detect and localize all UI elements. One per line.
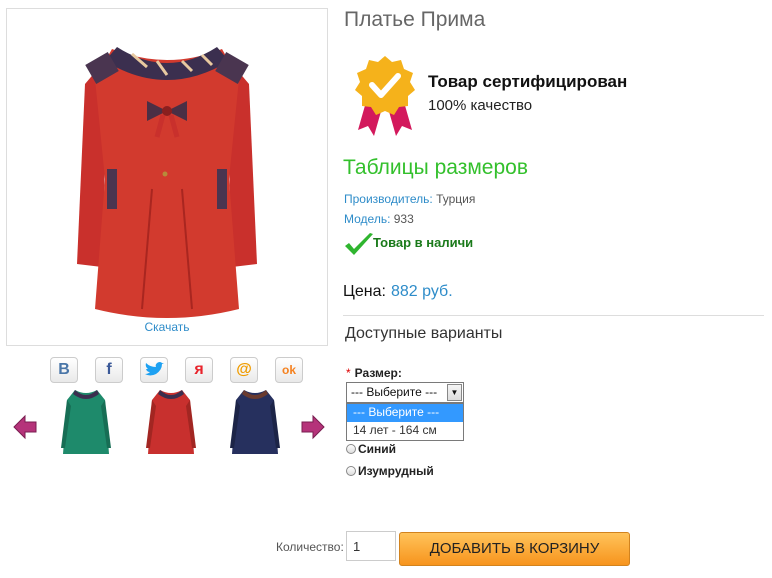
size-option[interactable]: 14 лет - 164 см	[347, 422, 463, 440]
size-option[interactable]: --- Выберите ---	[347, 404, 463, 422]
manufacturer-label: Производитель:	[344, 192, 433, 206]
main-product-image[interactable]	[6, 8, 328, 346]
dress-image	[77, 47, 257, 318]
certificate-subtitle: 100% качество	[428, 97, 533, 114]
divider	[343, 315, 764, 316]
color-option-emerald[interactable]: Изумрудный	[346, 464, 434, 478]
add-to-cart-button[interactable]: ДОБАВИТЬ В КОРЗИНУ	[399, 532, 630, 566]
manufacturer-value: Турция	[436, 192, 476, 206]
twitter-icon[interactable]	[140, 357, 168, 383]
arrow-left-icon[interactable]	[12, 414, 38, 440]
price-label: Цена:	[343, 283, 386, 300]
quantity-input[interactable]: 1	[346, 531, 396, 561]
price-value: 882 руб.	[391, 283, 453, 300]
vk-icon[interactable]: В	[50, 357, 78, 383]
size-select-value: --- Выберите ---	[351, 385, 438, 399]
color-option-blue[interactable]: Синий	[346, 442, 396, 456]
thumbnail-navy[interactable]	[226, 386, 284, 462]
moikrug-glyph: я	[194, 361, 204, 378]
radio-button[interactable]	[346, 466, 356, 476]
size-label: * Размер:	[346, 366, 402, 380]
odnoklassniki-glyph: ok	[281, 363, 296, 377]
moikrug-icon[interactable]: я	[185, 357, 213, 383]
manufacturer-row: Производитель: Турция	[344, 192, 475, 206]
variants-heading: Доступные варианты	[345, 325, 503, 342]
twitter-bird	[145, 362, 164, 376]
mailru-glyph: @	[236, 361, 252, 378]
thumbnail-red[interactable]	[142, 386, 200, 462]
color-label: Изумрудный	[358, 464, 434, 478]
size-dropdown[interactable]: --- Выберите --- 14 лет - 164 см	[346, 403, 464, 441]
certificate-title: Товар сертифицирован	[428, 72, 628, 91]
stock-status: Товар в наличи	[373, 235, 474, 250]
size-label-text: Размер:	[354, 366, 402, 380]
checkmark-icon	[345, 233, 373, 255]
required-mark: *	[346, 366, 351, 380]
model-row: Модель: 933	[344, 212, 414, 226]
thumbnail-emerald[interactable]	[57, 386, 115, 462]
arrow-right-icon[interactable]	[300, 414, 326, 440]
radio-button[interactable]	[346, 444, 356, 454]
facebook-glyph: f	[106, 361, 112, 378]
vk-glyph: В	[58, 361, 70, 378]
odnoklassniki-icon[interactable]: ok	[275, 357, 303, 383]
color-label: Синий	[358, 442, 397, 456]
size-table-link[interactable]: Таблицы размеров	[343, 156, 528, 180]
download-link[interactable]: Скачать	[6, 320, 328, 334]
certificate-badge-icon	[355, 56, 415, 136]
product-title: Платье Прима	[344, 8, 486, 31]
model-label: Модель:	[344, 212, 391, 226]
size-select[interactable]: --- Выберите --- ▼	[346, 382, 464, 403]
model-value: 933	[393, 212, 414, 226]
chevron-down-icon[interactable]: ▼	[447, 384, 462, 401]
quantity-label: Количество:	[276, 540, 344, 554]
facebook-icon[interactable]: f	[95, 357, 123, 383]
mailru-icon[interactable]: @	[230, 357, 258, 383]
